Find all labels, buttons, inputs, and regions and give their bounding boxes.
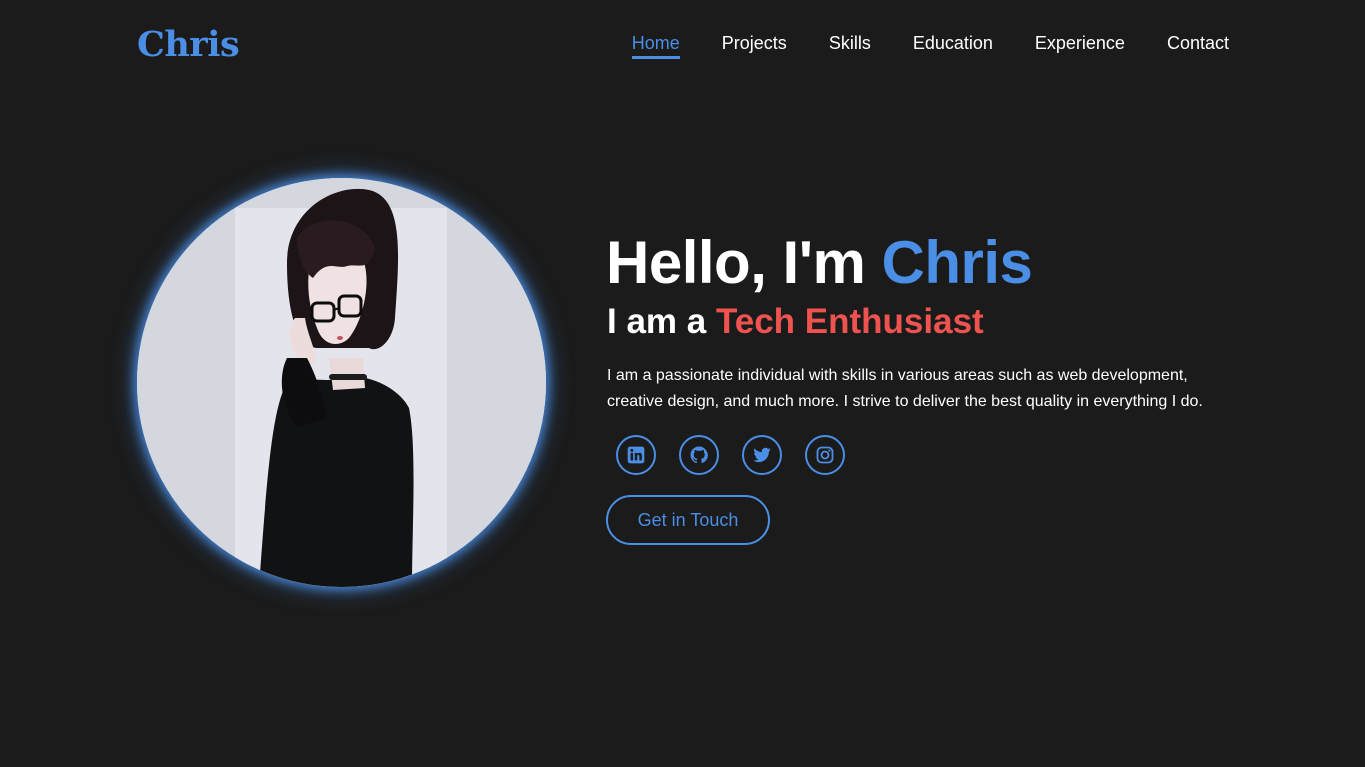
hero-subtitle: I am a Tech Enthusiast [607, 301, 984, 343]
twitter-icon [753, 447, 771, 463]
get-in-touch-button[interactable]: Get in Touch [606, 495, 770, 545]
hero-heading: Hello, I'm Chris [606, 228, 1033, 298]
main-nav: Home Projects Skills Education Experienc… [631, 33, 1229, 59]
nav-skills[interactable]: Skills [829, 33, 871, 56]
instagram-icon [816, 446, 834, 464]
profile-avatar [137, 178, 546, 587]
github-link[interactable] [679, 435, 719, 475]
portfolio-page: Chris Home Projects Skills Education Exp… [0, 0, 1365, 767]
hero-name: Chris [881, 229, 1033, 296]
hero-role: Tech Enthusiast [715, 302, 984, 341]
nav-contact[interactable]: Contact [1167, 33, 1229, 56]
nav-projects[interactable]: Projects [722, 33, 787, 56]
nav-home[interactable]: Home [631, 33, 680, 59]
nav-experience[interactable]: Experience [1035, 33, 1125, 56]
linkedin-link[interactable] [616, 435, 656, 475]
twitter-link[interactable] [742, 435, 782, 475]
social-links [616, 435, 845, 475]
site-logo[interactable]: Chris [137, 24, 240, 65]
hero-greeting: Hello, I'm [606, 229, 866, 296]
instagram-link[interactable] [805, 435, 845, 475]
nav-education[interactable]: Education [913, 33, 993, 56]
hero-description: I am a passionate individual with skills… [607, 367, 1203, 410]
hero-subtitle-prefix: I am a [607, 302, 707, 341]
avatar-illustration [137, 178, 546, 587]
github-icon [690, 446, 708, 464]
linkedin-icon [627, 446, 645, 464]
